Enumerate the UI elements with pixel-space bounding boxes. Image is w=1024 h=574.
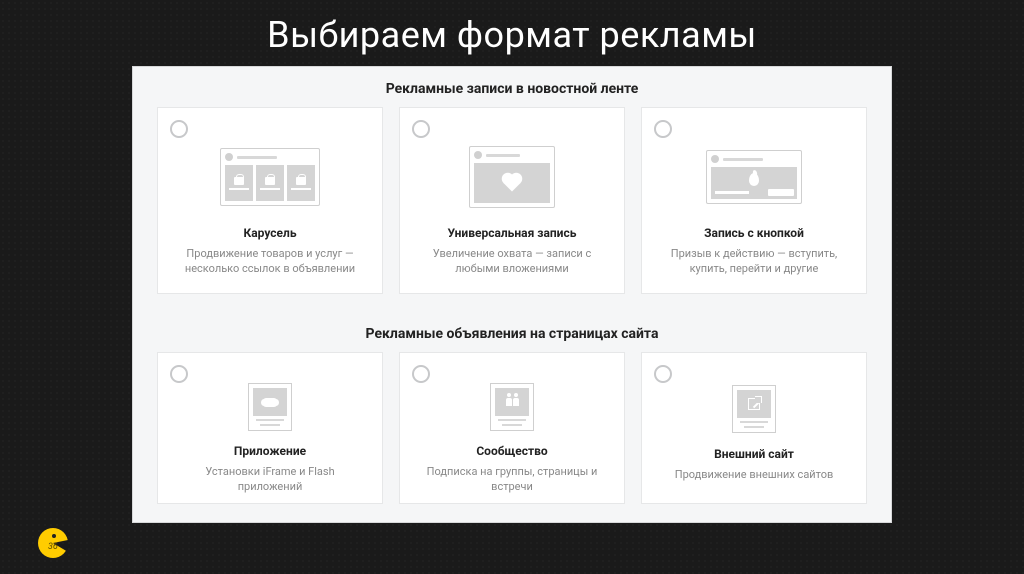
community-illustration <box>457 381 567 434</box>
card-title: Сообщество <box>476 444 547 458</box>
radio-app[interactable] <box>170 365 188 383</box>
section-title-sitepages: Рекламные объявления на страницах сайта <box>133 312 891 352</box>
card-button-post[interactable]: Запись с кнопкой Призыв к действию — вст… <box>641 107 867 294</box>
card-title: Приложение <box>234 444 306 458</box>
card-title: Карусель <box>243 226 296 240</box>
button-post-illustration <box>699 142 809 212</box>
external-site-illustration <box>699 381 809 437</box>
radio-button-post[interactable] <box>654 120 672 138</box>
radio-external-site[interactable] <box>654 365 672 383</box>
card-desc: Установки iFrame и Flash приложений <box>168 464 372 495</box>
page-number: 36 <box>48 542 58 552</box>
external-link-icon <box>748 398 760 410</box>
card-community[interactable]: Сообщество Подписка на группы, страницы … <box>399 352 625 504</box>
card-external-site[interactable]: Внешний сайт Продвижение внешних сайтов <box>641 352 867 504</box>
card-carousel[interactable]: Карусель Продвижение товаров и услуг — н… <box>157 107 383 294</box>
slide-title: Выбираем формат рекламы <box>0 0 1024 66</box>
app-illustration <box>215 381 325 434</box>
card-title: Универсальная запись <box>448 226 577 240</box>
newsfeed-cards: Карусель Продвижение товаров и услуг — н… <box>133 107 891 312</box>
section-title-newsfeed: Рекламные записи в новостной ленте <box>133 67 891 107</box>
radio-carousel[interactable] <box>170 120 188 138</box>
card-desc: Продвижение товаров и услуг — несколько … <box>168 246 372 277</box>
people-icon <box>506 398 519 406</box>
card-title: Внешний сайт <box>714 447 794 461</box>
radio-community[interactable] <box>412 365 430 383</box>
gamepad-icon <box>263 398 277 407</box>
card-desc: Увеличение охвата — записи с любыми влож… <box>410 246 614 277</box>
radio-universal[interactable] <box>412 120 430 138</box>
universal-illustration <box>457 142 567 212</box>
sitepage-cards: Приложение Установки iFrame и Flash прил… <box>133 352 891 522</box>
card-desc: Подписка на группы, страницы и встречи <box>410 464 614 495</box>
card-title: Запись с кнопкой <box>704 226 804 240</box>
card-universal[interactable]: Универсальная запись Увеличение охвата —… <box>399 107 625 294</box>
card-app[interactable]: Приложение Установки iFrame и Flash прил… <box>157 352 383 504</box>
carousel-illustration <box>215 142 325 212</box>
card-desc: Продвижение внешних сайтов <box>671 467 838 482</box>
ad-format-panel: Рекламные записи в новостной ленте Карус… <box>132 66 892 523</box>
card-desc: Призыв к действию — вступить, купить, пе… <box>652 246 856 277</box>
